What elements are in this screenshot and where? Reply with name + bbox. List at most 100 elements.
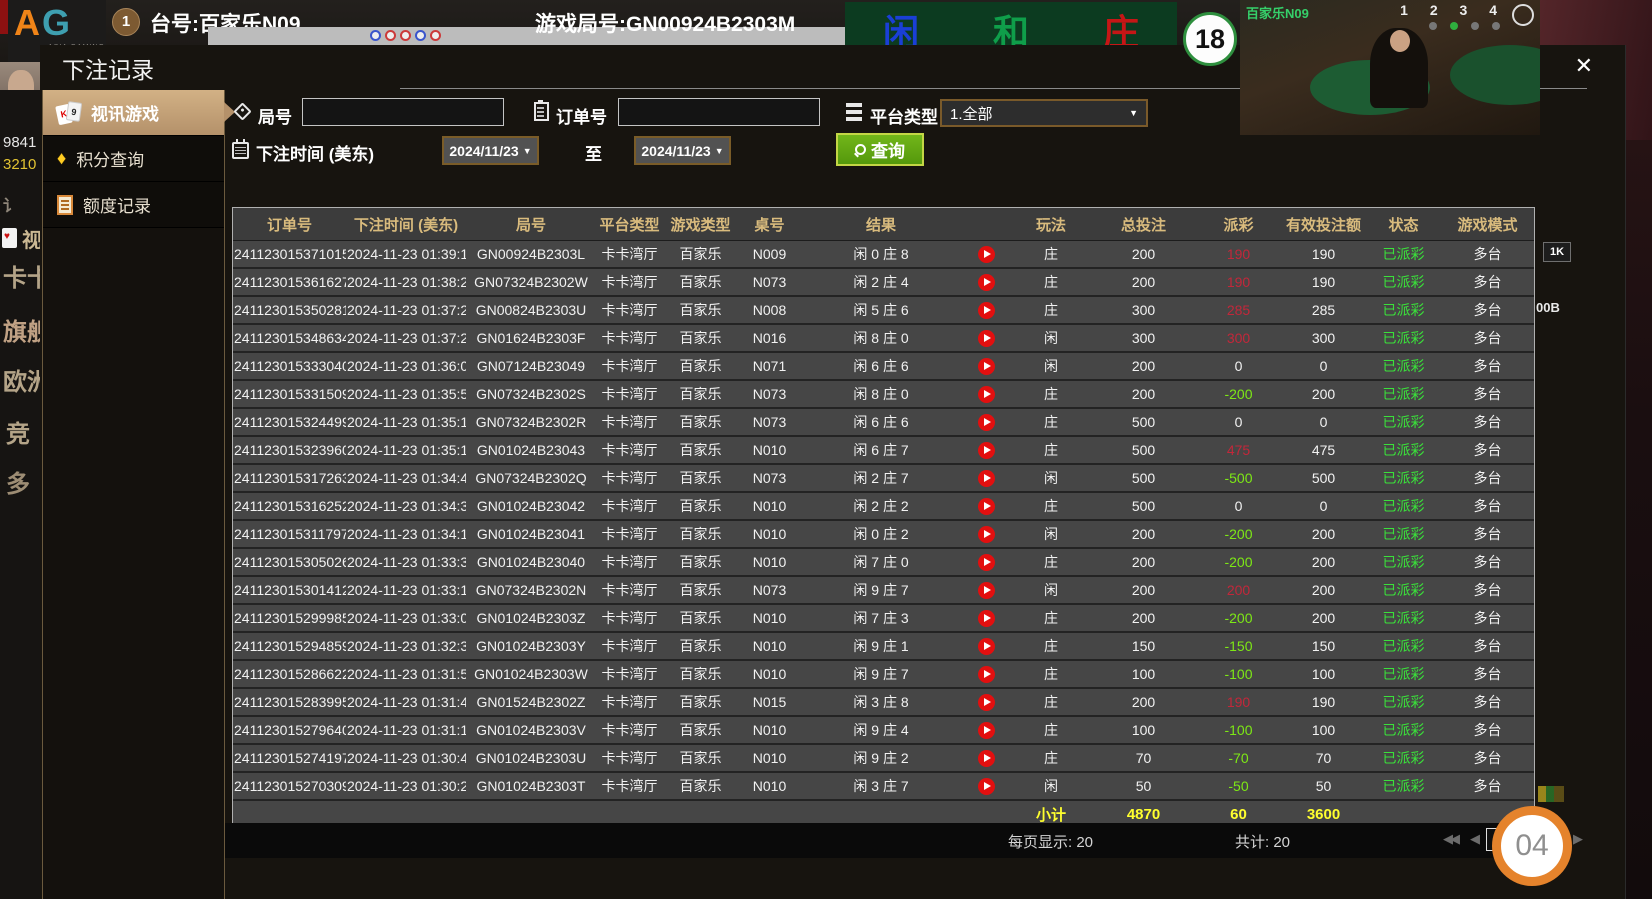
tag-icon [233,102,251,120]
status: 已派彩 [1366,408,1441,436]
bg-menu-item: 多 [6,464,30,499]
game-mode: 多台 [1441,324,1534,352]
round-no: GN07324B2302S [466,380,596,408]
payout: 190 [1196,268,1281,296]
payout: 190 [1196,241,1281,269]
replay-button[interactable] [978,610,995,627]
replay-button[interactable] [978,442,995,459]
game-type: 百家乐 [663,241,738,269]
gem-icon: ♦ [57,148,66,169]
replay-button[interactable] [978,722,995,739]
chip-1k: 1K [1543,242,1571,262]
replay-button[interactable] [978,750,995,767]
chevron-down-icon: ▼ [715,146,724,156]
number-ball: 04 [1492,806,1572,886]
order-no-input[interactable] [618,98,820,126]
result: 闲 8 庄 0 [801,324,961,352]
replay-button[interactable] [978,274,995,291]
result: 闲 3 庄 7 [801,772,961,800]
mini-ui-bits [1538,786,1564,802]
replay-button[interactable] [978,778,995,795]
payout: -70 [1196,744,1281,772]
table-no: N010 [738,772,801,800]
valid-bet: 200 [1281,548,1366,576]
play-side: 庄 [1011,660,1091,688]
platform-type-select[interactable]: 1.全部 ▼ [940,99,1148,127]
status: 已派彩 [1366,688,1441,716]
replay-button[interactable] [978,498,995,515]
sidebar-item-label: 视讯游戏 [91,100,159,125]
search-button[interactable]: 查询 [836,133,924,166]
table-no: N073 [738,576,801,604]
replay-button[interactable] [978,554,995,571]
search-button-label: 查询 [871,137,905,162]
next-page-button[interactable]: ▶ [1573,831,1583,847]
total-bet: 300 [1091,296,1196,324]
status: 已派彩 [1366,436,1441,464]
replay-button[interactable] [978,582,995,599]
replay-button[interactable] [978,694,995,711]
bet-time-label: 下注时间 (美东) [256,140,374,165]
status: 已派彩 [1366,492,1441,520]
payout: -50 [1196,772,1281,800]
replay-button[interactable] [978,414,995,431]
bet-time: 2024-11-23 01:32:37 [346,632,466,660]
replay-button[interactable] [978,470,995,487]
valid-bet: 500 [1281,464,1366,492]
play-side: 庄 [1011,408,1091,436]
payout: -100 [1196,660,1281,688]
status: 已派彩 [1366,548,1441,576]
order-no: 241123015301412 [233,576,346,604]
replay-button[interactable] [978,302,995,319]
bet-time: 2024-11-23 01:37:27 [346,296,466,324]
order-no: 241123015348634 [233,324,346,352]
platform-icon [846,103,862,121]
round-no: GN07324B2302Q [466,464,596,492]
payout: -150 [1196,632,1281,660]
date-to-picker[interactable]: 2024/11/23 ▼ [634,136,731,165]
platform-type: 卡卡湾厅 [596,492,663,520]
result: 闲 0 庄 8 [801,241,961,269]
replay-button[interactable] [978,358,995,375]
play-side: 庄 [1011,716,1091,744]
table-row: 2411230153162522024-11-23 01:34:36GN0102… [233,492,1534,520]
play-side: 庄 [1011,492,1091,520]
order-no: 241123015286622 [233,660,346,688]
first-page-button[interactable]: ◀◀ [1443,831,1457,847]
table-row: 2411230153014122024-11-23 01:33:14GN0732… [233,576,1534,604]
replay-button[interactable] [978,386,995,403]
round-no-input[interactable] [302,98,504,126]
sidebar-item-video-games[interactable]: K9 视讯游戏 [43,90,224,136]
replay-button[interactable] [978,526,995,543]
play-side: 闲 [1011,772,1091,800]
total-bet: 200 [1091,576,1196,604]
game-type: 百家乐 [663,576,738,604]
date-from-picker[interactable]: 2024/11/23 ▼ [442,136,539,165]
status: 已派彩 [1366,744,1441,772]
payout: 475 [1196,436,1281,464]
play-side: 庄 [1011,744,1091,772]
sidebar-item-points-query[interactable]: ♦ 积分查询 [43,136,224,182]
video-table-shape [1450,45,1540,105]
sidebar-item-quota-records[interactable]: 额度记录 [43,182,224,228]
valid-bet: 190 [1281,268,1366,296]
replay-button[interactable] [978,666,995,683]
payout: -200 [1196,520,1281,548]
close-icon[interactable]: ✕ [1575,55,1593,77]
prev-page-button[interactable]: ◀ [1470,831,1480,847]
game-type: 百家乐 [663,520,738,548]
platform-type: 卡卡湾厅 [596,408,663,436]
replay-button[interactable] [978,246,995,263]
bet-time: 2024-11-23 01:34:13 [346,520,466,548]
bg-menu-item: 讠 [3,192,19,216]
valid-bet: 200 [1281,380,1366,408]
video-circle-button[interactable] [1512,4,1534,26]
replay-button[interactable] [978,330,995,347]
total-bet: 150 [1091,632,1196,660]
platform-type-value: 1.全部 [950,103,993,124]
total-bet: 500 [1091,408,1196,436]
sidebar-item-label: 额度记录 [83,192,151,217]
video-camera-dots [1429,22,1500,30]
status: 已派彩 [1366,324,1441,352]
replay-button[interactable] [978,638,995,655]
